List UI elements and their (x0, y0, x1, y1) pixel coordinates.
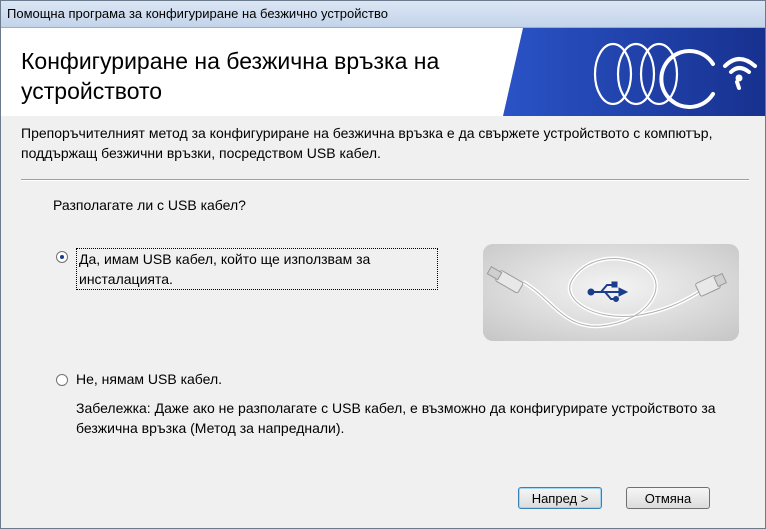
wizard-window: Помощна програма за конфигуриране на без… (0, 0, 766, 529)
note-text: Забележка: Даже ако не разполагате с USB… (76, 400, 716, 436)
wireless-signal-icon (503, 28, 765, 116)
radio-has-usb[interactable] (56, 251, 68, 263)
usb-cable-icon (483, 244, 739, 341)
next-button[interactable]: Напред > (518, 487, 602, 509)
title-bar[interactable]: Помощна програма за конфигуриране на без… (1, 1, 765, 28)
option-has-usb-label[interactable]: Да, имам USB кабел, който ще използвам з… (76, 248, 438, 290)
description-text: Препоръчителният метод за конфигуриране … (21, 125, 713, 161)
cancel-button[interactable]: Отмяна (626, 487, 710, 509)
question-label: Разполагате ли с USB кабел? (53, 197, 246, 213)
usb-cable-illustration (483, 244, 739, 341)
wizard-header: Конфигуриране на безжична връзка на устр… (1, 28, 765, 116)
option-no-usb-label[interactable]: Не, нямам USB кабел. (76, 371, 222, 387)
radio-no-usb[interactable] (56, 374, 68, 386)
separator (21, 179, 749, 181)
page-title: Конфигуриране на безжична връзка на устр… (21, 48, 440, 104)
window-title: Помощна програма за конфигуриране на без… (7, 6, 388, 21)
